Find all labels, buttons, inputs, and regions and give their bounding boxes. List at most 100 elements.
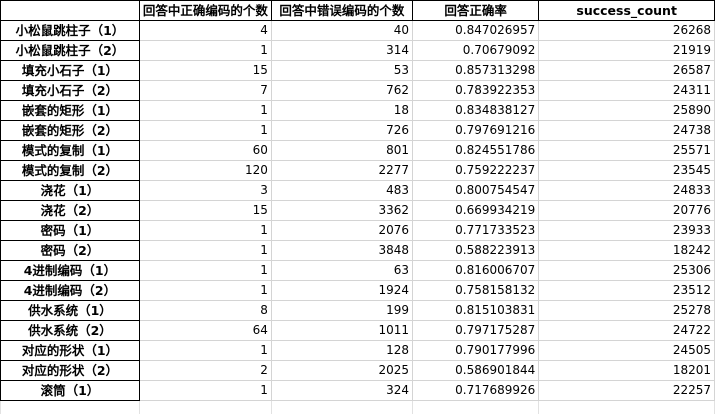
accuracy-cell[interactable]: 0.790177996 [411, 340, 540, 361]
correct-count-cell[interactable]: 1 [138, 260, 272, 281]
correct-count-cell[interactable]: 15 [138, 200, 272, 221]
wrong-count-cell[interactable]: 53 [270, 60, 413, 81]
row-name-cell[interactable]: 4进制编码（2） [0, 280, 140, 301]
row-name-cell[interactable]: 滚筒（1） [0, 380, 140, 401]
row-name-cell[interactable]: 浇花（1） [0, 180, 140, 201]
correct-count-cell[interactable]: 1 [138, 120, 272, 141]
success-count-cell[interactable]: 25278 [538, 300, 715, 321]
wrong-count-cell[interactable]: 1924 [270, 280, 413, 301]
empty-cell[interactable] [538, 400, 715, 414]
wrong-count-cell[interactable]: 324 [270, 380, 413, 401]
correct-count-cell[interactable]: 8 [138, 300, 272, 321]
success-count-cell[interactable]: 26587 [538, 60, 715, 81]
wrong-count-cell[interactable]: 18 [270, 100, 413, 121]
accuracy-cell[interactable]: 0.847026957 [411, 20, 540, 41]
correct-count-cell[interactable]: 7 [138, 80, 272, 101]
row-name-cell[interactable]: 密码（2） [0, 240, 140, 261]
success-count-cell[interactable]: 25571 [538, 140, 715, 161]
accuracy-cell[interactable]: 0.759222237 [411, 160, 540, 181]
success-count-cell[interactable]: 25306 [538, 260, 715, 281]
accuracy-cell[interactable]: 0.857313298 [411, 60, 540, 81]
accuracy-cell[interactable]: 0.797691216 [411, 120, 540, 141]
success-count-cell[interactable]: 24505 [538, 340, 715, 361]
wrong-count-cell[interactable]: 726 [270, 120, 413, 141]
wrong-count-cell[interactable]: 128 [270, 340, 413, 361]
success-count-cell[interactable]: 24311 [538, 80, 715, 101]
header-cell-wrong-count[interactable]: 回答中错误编码的个数 [270, 0, 413, 21]
correct-count-cell[interactable]: 1 [138, 380, 272, 401]
correct-count-cell[interactable]: 1 [138, 240, 272, 261]
correct-count-cell[interactable]: 120 [138, 160, 272, 181]
wrong-count-cell[interactable]: 801 [270, 140, 413, 161]
row-name-cell[interactable]: 浇花（2） [0, 200, 140, 221]
success-count-cell[interactable]: 25890 [538, 100, 715, 121]
success-count-cell[interactable]: 24722 [538, 320, 715, 341]
wrong-count-cell[interactable]: 483 [270, 180, 413, 201]
row-name-cell[interactable]: 对应的形状（2） [0, 360, 140, 381]
accuracy-cell[interactable]: 0.588223913 [411, 240, 540, 261]
wrong-count-cell[interactable]: 762 [270, 80, 413, 101]
wrong-count-cell[interactable]: 3362 [270, 200, 413, 221]
row-name-cell[interactable]: 对应的形状（1） [0, 340, 140, 361]
wrong-count-cell[interactable]: 1011 [270, 320, 413, 341]
row-name-cell[interactable]: 填充小石子（2） [0, 80, 140, 101]
wrong-count-cell[interactable]: 2076 [270, 220, 413, 241]
wrong-count-cell[interactable]: 199 [270, 300, 413, 321]
success-count-cell[interactable]: 23933 [538, 220, 715, 241]
header-cell-accuracy[interactable]: 回答正确率 [411, 0, 540, 21]
header-cell-name[interactable] [0, 0, 140, 21]
correct-count-cell[interactable]: 2 [138, 360, 272, 381]
wrong-count-cell[interactable]: 40 [270, 20, 413, 41]
accuracy-cell[interactable]: 0.669934219 [411, 200, 540, 221]
header-cell-correct-count[interactable]: 回答中正确编码的个数 [138, 0, 272, 21]
correct-count-cell[interactable]: 60 [138, 140, 272, 161]
success-count-cell[interactable]: 24738 [538, 120, 715, 141]
wrong-count-cell[interactable]: 314 [270, 40, 413, 61]
accuracy-cell[interactable]: 0.797175287 [411, 320, 540, 341]
correct-count-cell[interactable]: 3 [138, 180, 272, 201]
row-name-cell[interactable]: 密码（1） [0, 220, 140, 241]
accuracy-cell[interactable]: 0.783922353 [411, 80, 540, 101]
accuracy-cell[interactable]: 0.834838127 [411, 100, 540, 121]
row-name-cell[interactable]: 模式的复制（1） [0, 140, 140, 161]
success-count-cell[interactable]: 21919 [538, 40, 715, 61]
accuracy-cell[interactable]: 0.816006707 [411, 260, 540, 281]
row-name-cell[interactable]: 嵌套的矩形（1） [0, 100, 140, 121]
wrong-count-cell[interactable]: 63 [270, 260, 413, 281]
row-name-cell[interactable]: 4进制编码（1） [0, 260, 140, 281]
correct-count-cell[interactable]: 1 [138, 280, 272, 301]
correct-count-cell[interactable]: 1 [138, 220, 272, 241]
correct-count-cell[interactable]: 1 [138, 340, 272, 361]
row-name-cell[interactable]: 供水系统（1） [0, 300, 140, 321]
correct-count-cell[interactable]: 64 [138, 320, 272, 341]
wrong-count-cell[interactable]: 3848 [270, 240, 413, 261]
accuracy-cell[interactable]: 0.717689926 [411, 380, 540, 401]
empty-cell[interactable] [270, 400, 413, 414]
accuracy-cell[interactable]: 0.800754547 [411, 180, 540, 201]
empty-cell[interactable] [138, 400, 272, 414]
correct-count-cell[interactable]: 15 [138, 60, 272, 81]
success-count-cell[interactable]: 24833 [538, 180, 715, 201]
correct-count-cell[interactable]: 1 [138, 40, 272, 61]
success-count-cell[interactable]: 26268 [538, 20, 715, 41]
success-count-cell[interactable]: 23545 [538, 160, 715, 181]
success-count-cell[interactable]: 23512 [538, 280, 715, 301]
accuracy-cell[interactable]: 0.758158132 [411, 280, 540, 301]
success-count-cell[interactable]: 22257 [538, 380, 715, 401]
correct-count-cell[interactable]: 1 [138, 100, 272, 121]
row-name-cell[interactable]: 供水系统（2） [0, 320, 140, 341]
success-count-cell[interactable]: 18242 [538, 240, 715, 261]
wrong-count-cell[interactable]: 2025 [270, 360, 413, 381]
success-count-cell[interactable]: 20776 [538, 200, 715, 221]
accuracy-cell[interactable]: 0.771733523 [411, 220, 540, 241]
row-name-cell[interactable]: 填充小石子（1） [0, 60, 140, 81]
empty-cell[interactable] [411, 400, 540, 414]
row-name-cell[interactable]: 模式的复制（2） [0, 160, 140, 181]
accuracy-cell[interactable]: 0.815103831 [411, 300, 540, 321]
accuracy-cell[interactable]: 0.70679092 [411, 40, 540, 61]
accuracy-cell[interactable]: 0.586901844 [411, 360, 540, 381]
row-name-cell[interactable]: 小松鼠跳柱子（1） [0, 20, 140, 41]
success-count-cell[interactable]: 18201 [538, 360, 715, 381]
row-name-cell[interactable]: 嵌套的矩形（2） [0, 120, 140, 141]
row-name-cell[interactable]: 小松鼠跳柱子（2） [0, 40, 140, 61]
